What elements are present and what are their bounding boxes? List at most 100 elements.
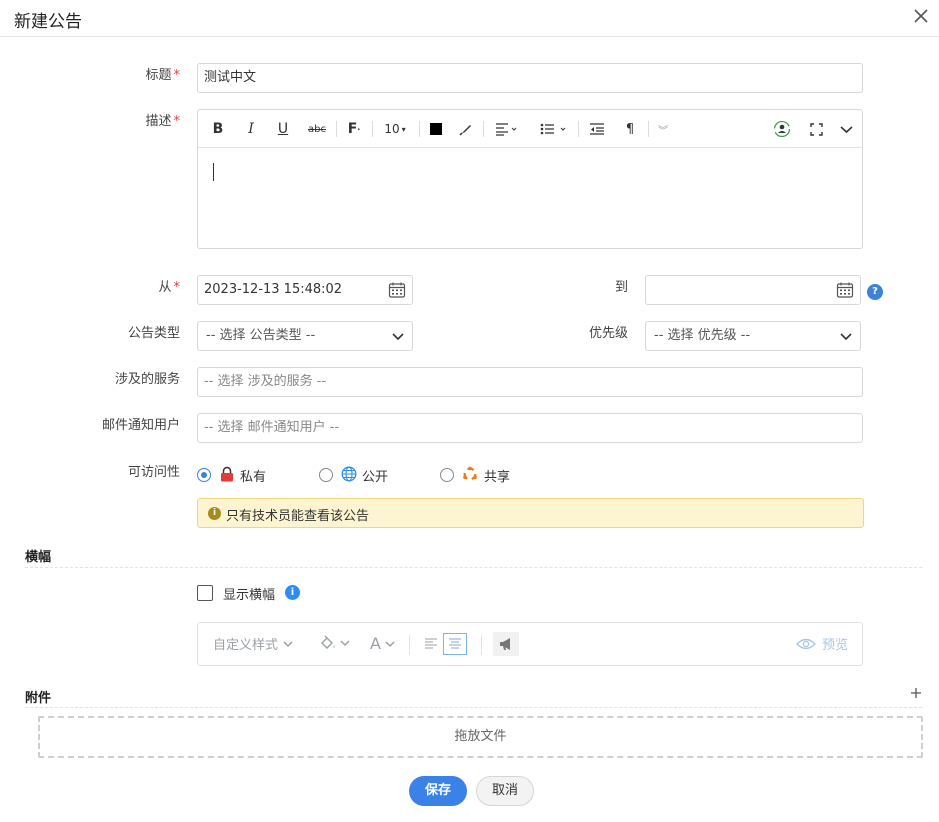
- align-left-icon: [496, 123, 517, 136]
- toolbar-divider: [578, 121, 579, 137]
- save-button[interactable]: 保存: [409, 776, 467, 806]
- info-icon[interactable]: i: [285, 585, 300, 600]
- type-select-value: -- 选择 公告类型 --: [206, 328, 316, 343]
- toolbar-divider: [419, 121, 420, 137]
- paint-bucket-icon: [321, 635, 335, 649]
- notice-text: 只有技术员能查看该公告: [226, 509, 370, 524]
- close-icon[interactable]: [911, 6, 931, 26]
- priority-select[interactable]: -- 选择 优先级 --: [645, 321, 861, 351]
- chevron-down-icon: [392, 333, 404, 341]
- visibility-notice: i 只有技术员能查看该公告: [197, 498, 864, 528]
- collaborate-button[interactable]: [772, 119, 792, 139]
- priority-label: 优先级: [588, 326, 628, 341]
- banner-style-toolbar: 自定义样式 A 预览: [197, 622, 863, 666]
- outdent-button[interactable]: [588, 119, 606, 139]
- bullet-list-icon: [540, 123, 566, 135]
- visibility-private-radio[interactable]: [197, 468, 211, 482]
- chevron-down-icon: [839, 125, 853, 133]
- from-label: 从 *: [158, 280, 180, 295]
- align-center-button[interactable]: [443, 633, 467, 655]
- toolbar-divider: [648, 121, 649, 137]
- collapse-toolbar-button[interactable]: [838, 119, 854, 139]
- preview-label: 预览: [822, 638, 849, 653]
- visibility-shared-label: 共享: [484, 470, 511, 485]
- attachments-section-title: 附件: [25, 691, 52, 706]
- banner-section-title: 横幅: [25, 550, 52, 565]
- strikethrough-button[interactable]: abc: [306, 119, 328, 139]
- type-select[interactable]: -- 选择 公告类型 --: [197, 321, 413, 351]
- align-center-icon: [449, 638, 461, 649]
- cancel-button[interactable]: 取消: [476, 776, 534, 806]
- visibility-private-label: 私有: [240, 470, 267, 485]
- title-label: 标题 *: [145, 68, 180, 83]
- calendar-icon[interactable]: [388, 281, 406, 299]
- font-color-dropdown[interactable]: A: [370, 634, 396, 653]
- eye-icon: [796, 638, 816, 649]
- align-left-icon: [425, 638, 437, 649]
- color-square-icon: [430, 123, 442, 135]
- toolbar-divider: [372, 121, 373, 137]
- visibility-label: 可访问性: [127, 465, 180, 480]
- toolbar-divider: [481, 635, 482, 655]
- text-cursor: [213, 163, 214, 181]
- font-family-button[interactable]: F ·: [344, 119, 364, 139]
- from-datetime-input[interactable]: 2023-12-13 15:48:02: [197, 275, 413, 305]
- visibility-public-label: 公开: [362, 470, 389, 485]
- services-label: 涉及的服务: [114, 372, 180, 387]
- show-banner-checkbox[interactable]: [197, 585, 213, 601]
- align-button[interactable]: [491, 119, 521, 139]
- email-notify-input[interactable]: -- 选择 邮件通知用户 --: [197, 413, 863, 443]
- megaphone-icon: [500, 638, 510, 650]
- file-dropzone[interactable]: 拖放文件: [38, 716, 923, 758]
- italic-button[interactable]: I: [243, 119, 259, 139]
- list-button[interactable]: [539, 119, 569, 139]
- email-notify-label: 邮件通知用户: [101, 418, 180, 433]
- add-attachment-icon[interactable]: [910, 687, 922, 699]
- highlight-button[interactable]: [458, 119, 474, 139]
- show-banner-label: 显示横幅: [223, 588, 276, 603]
- priority-select-value: -- 选择 优先级 --: [654, 328, 751, 343]
- calendar-icon[interactable]: [836, 281, 854, 299]
- visibility-shared-radio[interactable]: [440, 468, 454, 482]
- chevron-down-icon: [385, 640, 395, 647]
- custom-style-dropdown[interactable]: 自定义样式: [213, 634, 294, 653]
- user-sync-icon: [773, 120, 791, 138]
- type-label: 公告类型: [127, 326, 180, 341]
- services-input[interactable]: -- 选择 涉及的服务 --: [197, 367, 863, 397]
- more-tools-button[interactable]: ︾: [655, 119, 671, 139]
- fill-color-dropdown[interactable]: [319, 634, 351, 652]
- underline-button[interactable]: U: [275, 119, 291, 139]
- preview-button[interactable]: 预览: [796, 634, 848, 653]
- section-divider: [25, 567, 922, 568]
- fullscreen-button[interactable]: [808, 119, 824, 139]
- share-icon: [463, 466, 477, 481]
- visibility-public-radio[interactable]: [319, 468, 333, 482]
- toolbar-divider: [409, 635, 410, 655]
- font-color-label: A: [370, 634, 381, 653]
- text-color-button[interactable]: [428, 119, 444, 139]
- font-size-label: 10: [384, 122, 400, 136]
- editor-toolbar: B I U abc F · 10 ▾ ¶ ︾: [198, 110, 862, 148]
- lock-icon: [221, 466, 233, 482]
- description-editor[interactable]: B I U abc F · 10 ▾ ¶ ︾: [197, 109, 863, 249]
- section-divider: [25, 707, 922, 708]
- font-family-label: F: [347, 121, 358, 137]
- dialog-title: 新建公告: [14, 12, 82, 32]
- to-datetime-input[interactable]: [645, 275, 861, 305]
- double-chevron-icon: ︾: [658, 125, 668, 137]
- brush-icon: [459, 125, 471, 136]
- font-size-button[interactable]: 10 ▾: [381, 119, 409, 139]
- toolbar-divider: [336, 121, 337, 137]
- align-left-button[interactable]: [420, 633, 442, 655]
- announcement-icon-button[interactable]: [493, 632, 519, 656]
- chevron-down-icon: [840, 333, 852, 341]
- title-input[interactable]: 测试中文: [197, 63, 863, 93]
- custom-style-label: 自定义样式: [213, 638, 279, 653]
- help-icon[interactable]: ?: [867, 284, 883, 300]
- to-label: 到: [614, 280, 628, 295]
- from-datetime-value: 2023-12-13 15:48:02: [204, 282, 343, 297]
- chevron-down-icon: [283, 640, 293, 647]
- bold-button[interactable]: B: [210, 119, 226, 139]
- dialog-header: 新建公告: [0, 0, 939, 37]
- paragraph-button[interactable]: ¶: [622, 119, 638, 139]
